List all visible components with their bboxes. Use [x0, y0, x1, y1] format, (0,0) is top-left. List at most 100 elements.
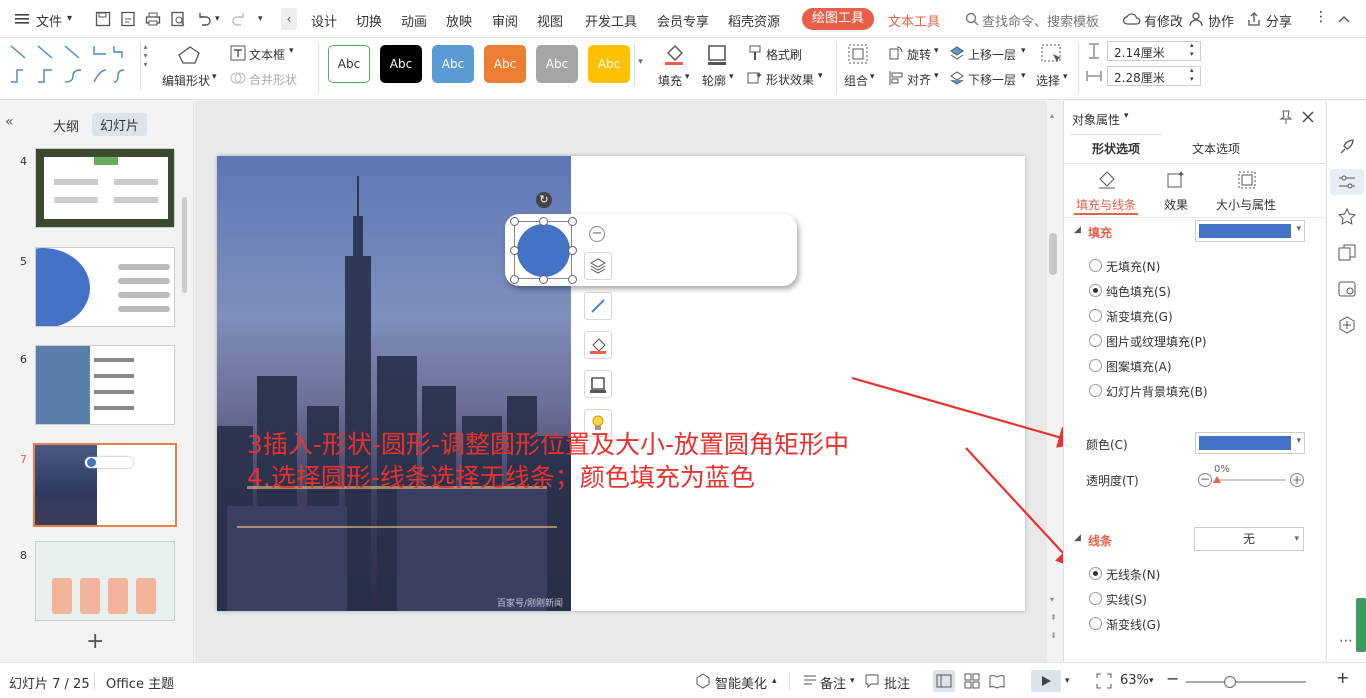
chevron-down-icon[interactable]: ▾ [934, 71, 939, 81]
option-picture-fill[interactable]: 图片或纹理填充(P) [1106, 333, 1207, 350]
tab-drawing-tools[interactable]: 绘图工具 [802, 8, 875, 30]
beautify-icon[interactable] [695, 673, 711, 689]
outline-button[interactable]: 轮廓 [702, 72, 726, 89]
resize-handle[interactable] [510, 246, 519, 255]
copy-icon[interactable] [1337, 243, 1357, 263]
hamburger-menu-icon[interactable] [14, 11, 30, 27]
chevron-down-icon[interactable]: ▾ [67, 13, 72, 24]
radio-no-line[interactable] [1089, 567, 1102, 580]
height-spinner[interactable]: ▴ ▾ [1190, 41, 1194, 59]
shape-gallery-scroll[interactable]: ▴ ▾ ▾ [140, 42, 150, 90]
close-icon[interactable] [1300, 109, 1316, 125]
chevron-up-icon[interactable]: ▴ [772, 676, 777, 686]
style-swatch[interactable]: Abc [588, 45, 630, 83]
image-edit-icon[interactable] [1337, 279, 1357, 299]
radio-solid-fill[interactable] [1089, 284, 1102, 297]
style-swatch[interactable]: Abc [536, 45, 578, 83]
rotate-handle-icon[interactable]: ↻ [536, 192, 552, 208]
tab-design[interactable]: 设计 [311, 11, 337, 30]
option-solid-fill[interactable]: 纯色填充(S) [1106, 283, 1171, 300]
tab-outline[interactable]: 大纲 [53, 116, 79, 135]
align-icon[interactable] [888, 70, 904, 86]
properties-icon[interactable] [1330, 169, 1364, 195]
style-swatch[interactable]: Abc [380, 45, 422, 83]
radio-gradient-line[interactable] [1089, 617, 1102, 630]
fill-button[interactable]: 填充 [658, 72, 682, 89]
option-no-fill[interactable]: 无填充(N) [1106, 258, 1160, 275]
cloud-sync-icon[interactable] [1123, 11, 1141, 27]
play-slideshow-icon[interactable] [1031, 670, 1061, 692]
option-gradient-fill[interactable]: 渐变填充(G) [1106, 308, 1173, 325]
quick-outline-icon[interactable] [584, 370, 612, 398]
reading-view-icon[interactable] [986, 670, 1008, 692]
chevron-down-icon[interactable]: ▾ [685, 72, 690, 82]
option-background-fill[interactable]: 幻灯片背景填充(B) [1106, 383, 1208, 400]
tab-view[interactable]: 视图 [537, 11, 563, 30]
undo-icon[interactable] [195, 10, 213, 28]
edit-shape-icon[interactable] [174, 43, 204, 67]
align-button[interactable]: 对齐 [907, 71, 931, 88]
scrollbar-thumb[interactable] [1049, 233, 1057, 275]
radio-gradient-fill[interactable] [1089, 309, 1102, 322]
subtab-fill-line[interactable]: 填充与线条 [1076, 196, 1136, 213]
chevron-down-icon[interactable]: ▾ [729, 72, 734, 82]
scroll-up-icon[interactable]: ▴ [1050, 111, 1054, 120]
previous-slide-icon[interactable]: ⇞ [1050, 613, 1057, 622]
quick-fill-icon[interactable] [584, 331, 612, 359]
shape-effect-button[interactable]: 形状效果 [766, 71, 814, 88]
shape-width-input[interactable]: 2.28厘米 [1107, 66, 1201, 86]
slide-thumbnail-5[interactable] [35, 247, 175, 327]
chevron-down-icon[interactable]: ▾ [1063, 72, 1068, 82]
bring-forward-icon[interactable] [949, 45, 965, 61]
resize-handle[interactable] [568, 275, 577, 284]
collapse-toolbar-icon[interactable]: − [589, 226, 605, 242]
resize-handle[interactable] [510, 275, 519, 284]
collapse-ribbon-icon[interactable] [1336, 11, 1352, 27]
collapse-section-icon[interactable]: ◢ [1074, 533, 1081, 543]
textbox-button[interactable]: 文本框 [249, 46, 285, 63]
resize-handle[interactable] [539, 217, 548, 226]
transparency-slider-thumb[interactable] [1213, 476, 1221, 483]
size-property-icon[interactable] [1236, 169, 1258, 191]
chevron-down-icon[interactable]: ▾ [1065, 676, 1070, 686]
zoom-slider-thumb[interactable] [1224, 676, 1236, 688]
subtab-size-properties[interactable]: 大小与属性 [1216, 196, 1276, 213]
save-icon[interactable] [94, 10, 112, 28]
shape-height-input[interactable]: 2.14厘米 [1107, 41, 1201, 61]
slide-thumbnail-6[interactable] [35, 345, 175, 425]
line-style-icon[interactable] [584, 292, 612, 320]
chevron-down-icon[interactable]: ▾ [212, 72, 217, 82]
collapse-panel-icon[interactable]: « [5, 114, 14, 130]
group-button[interactable]: 组合 [844, 72, 868, 89]
has-changes-label[interactable]: 有修改 [1144, 11, 1183, 30]
increase-transparency-icon[interactable]: + [1290, 473, 1304, 487]
slide-thumbnail-8[interactable] [35, 541, 175, 621]
export-pdf-icon[interactable] [119, 10, 137, 28]
radio-background-fill[interactable] [1089, 384, 1102, 397]
comment-icon[interactable] [864, 673, 880, 689]
customize-dropdown-icon[interactable]: ▾ [258, 14, 263, 24]
next-slide-icon[interactable]: ⇟ [1050, 631, 1057, 640]
collaborate-icon[interactable] [1188, 11, 1204, 27]
chevron-down-icon[interactable]: ▾ [1124, 111, 1129, 121]
style-swatch[interactable]: Abc [432, 45, 474, 83]
layers-icon[interactable] [584, 252, 612, 280]
select-button[interactable]: 选择 [1036, 72, 1060, 89]
chevron-down-icon[interactable]: ▾ [850, 676, 855, 686]
bring-forward-button[interactable]: 上移一层 [968, 46, 1016, 63]
zoom-level[interactable]: 63% [1120, 673, 1149, 688]
star-icon[interactable] [1337, 207, 1357, 227]
width-spinner[interactable]: ▴ ▾ [1190, 66, 1194, 84]
tab-slides[interactable]: 幻灯片 [92, 113, 148, 136]
style-swatch[interactable]: Abc [328, 45, 370, 83]
collapse-section-icon[interactable]: ◢ [1074, 225, 1081, 235]
format-painter-button[interactable]: 格式刷 [766, 46, 802, 63]
resize-handle[interactable] [568, 246, 577, 255]
tab-review[interactable]: 审阅 [492, 11, 518, 30]
smart-icon[interactable] [1337, 315, 1357, 335]
chevron-down-icon[interactable]: ▾ [289, 46, 294, 56]
side-widget[interactable] [1356, 598, 1366, 652]
radio-pattern-fill[interactable] [1089, 359, 1102, 372]
thumbnail-scrollbar[interactable] [182, 197, 187, 293]
notes-icon[interactable] [802, 673, 818, 689]
